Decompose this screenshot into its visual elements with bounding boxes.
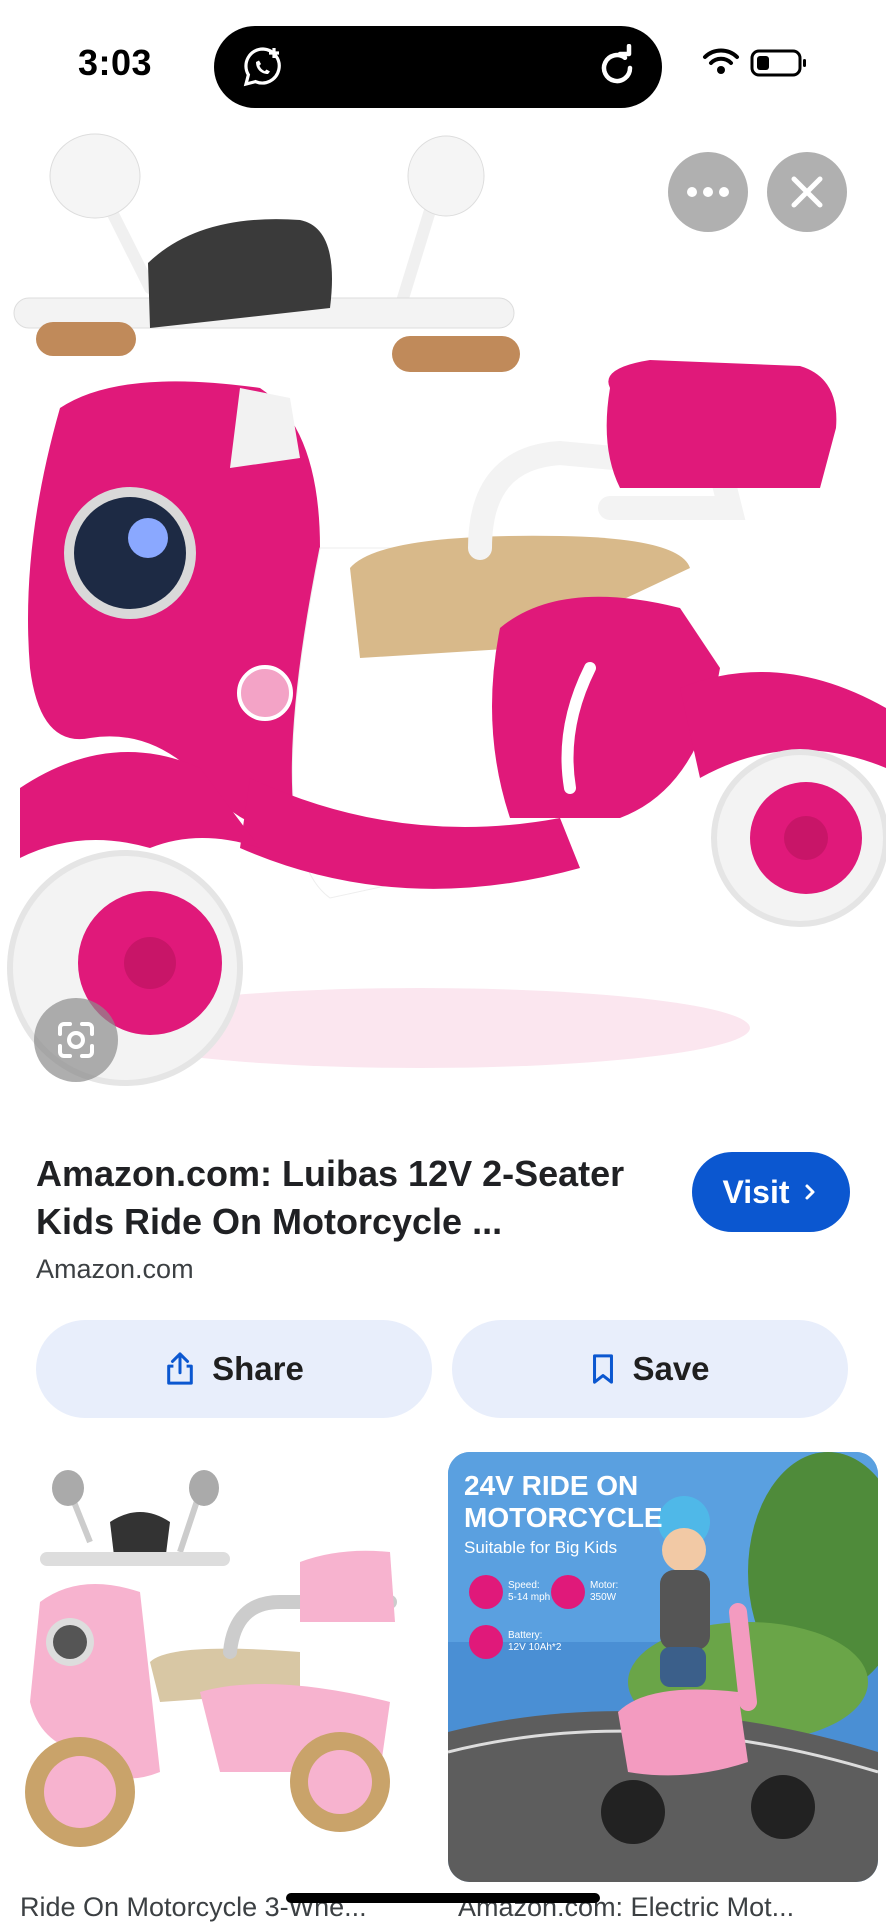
- spec-motor-value: 350W: [590, 1592, 617, 1603]
- spec-motor-label: Motor:: [590, 1580, 619, 1591]
- visual-search-button[interactable]: [34, 998, 118, 1082]
- close-button[interactable]: [767, 152, 847, 232]
- save-label: Save: [632, 1350, 710, 1387]
- status-time: 3:03: [78, 42, 153, 83]
- result-title[interactable]: Amazon.com: Luibas 12V 2-Seater Kids Rid…: [36, 1150, 676, 1246]
- spec-battery: Battery: 12V 10Ah*2: [508, 1630, 561, 1654]
- reload-icon: [601, 44, 633, 84]
- ad-subline: Suitable for Big Kids: [464, 1538, 618, 1557]
- battery-icon: [750, 49, 806, 77]
- spec-battery-label: Battery:: [508, 1630, 543, 1641]
- related-image-1[interactable]: [0, 1452, 430, 1882]
- spec-speed: Speed: 5-14 mph: [508, 1580, 550, 1604]
- save-button[interactable]: Save: [452, 1320, 848, 1418]
- chevron-right-icon: [805, 1184, 814, 1200]
- scooter-illustration: [7, 133, 886, 1086]
- result-source: Amazon.com: [36, 1254, 194, 1284]
- share-icon: [167, 1352, 193, 1385]
- home-indicator[interactable]: [286, 1893, 600, 1903]
- bookmark-icon: [593, 1354, 614, 1384]
- visit-button[interactable]: Visit: [692, 1152, 850, 1232]
- dynamic-island: [214, 26, 662, 108]
- spec-speed-label: Speed:: [508, 1580, 540, 1591]
- spec-battery-value: 12V 10Ah*2: [508, 1642, 562, 1653]
- related-image-2[interactable]: 24V RIDE ON MOTORCYCLE Suitable for Big …: [448, 1452, 878, 1882]
- share-button[interactable]: Share: [36, 1320, 432, 1418]
- more-horizontal-icon: [687, 187, 729, 197]
- spec-speed-value: 5-14 mph: [508, 1592, 551, 1603]
- visit-label: Visit: [722, 1173, 790, 1210]
- whatsapp-icon: [243, 47, 281, 87]
- product-image[interactable]: [0, 128, 886, 1113]
- wifi-icon: [703, 48, 739, 74]
- visual-search-icon: [58, 1022, 94, 1058]
- ad-headline: 24V RIDE ON MOTORCYCLE: [464, 1470, 663, 1533]
- close-icon: [791, 176, 823, 208]
- spec-motor: Motor: 350W: [590, 1580, 618, 1604]
- more-options-button[interactable]: [668, 152, 748, 232]
- pink-scooter-thumbnail: [25, 1470, 397, 1847]
- share-label: Share: [212, 1350, 304, 1387]
